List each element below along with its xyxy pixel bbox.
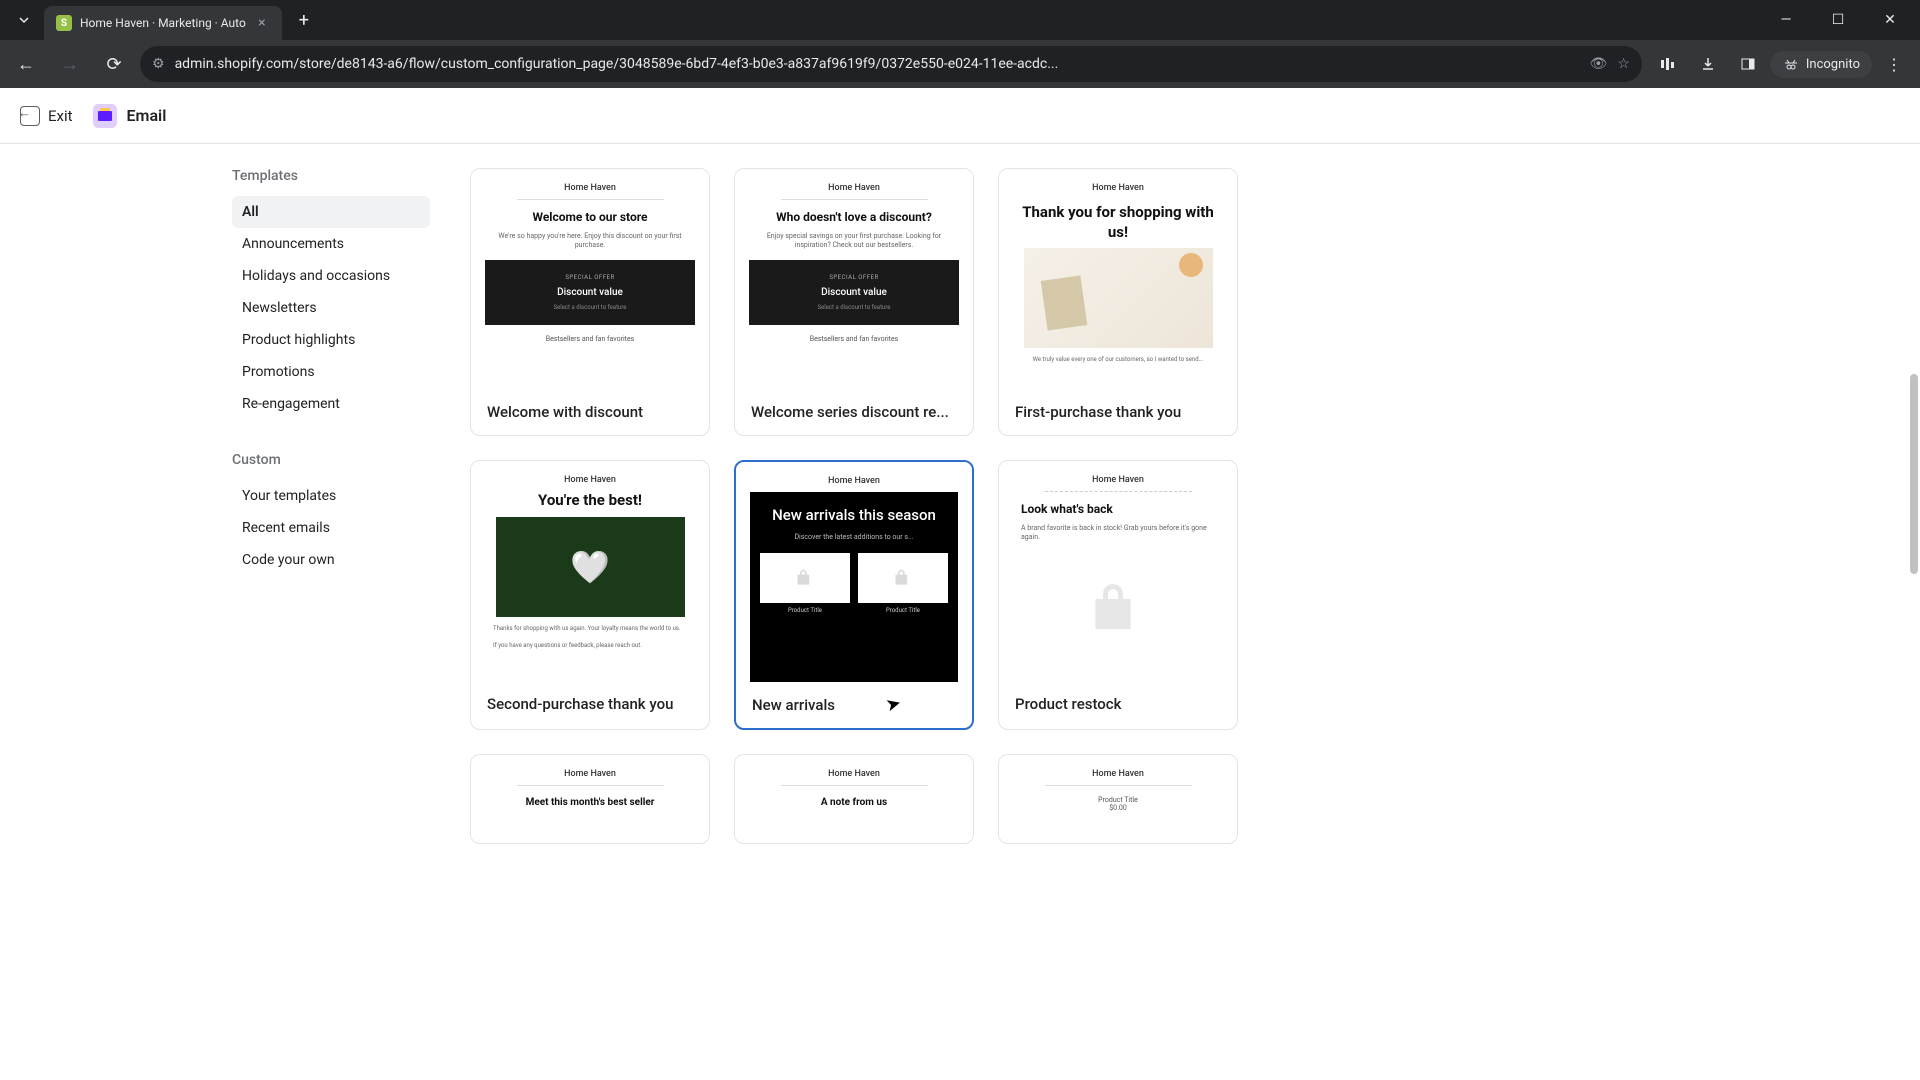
template-title: New arrivals	[736, 682, 972, 728]
template-card-product-restock[interactable]: Home Haven Look what's back A brand favo…	[998, 460, 1238, 730]
template-preview: Home Haven You're the best! Thanks for s…	[471, 461, 709, 681]
window-controls: — ☐ ✕	[1764, 4, 1912, 36]
exit-icon	[20, 106, 40, 126]
menu-icon[interactable]: ⋮	[1876, 46, 1912, 82]
template-title: Welcome with discount	[471, 389, 709, 435]
browser-toolbar: ← → ⟳ ⚙ admin.shopify.com/store/de8143-a…	[0, 40, 1920, 88]
minimize-button[interactable]: —	[1764, 4, 1808, 36]
chevron-down-icon	[17, 13, 31, 27]
template-preview: Home Haven Welcome to our store We're so…	[471, 169, 709, 389]
sidebar-item-product-highlights[interactable]: Product highlights	[232, 324, 430, 356]
downloads-icon[interactable]	[1690, 46, 1726, 82]
bag-placeholder-icon	[1088, 552, 1148, 667]
sidebar: Templates AllAnnouncementsHolidays and o…	[200, 168, 430, 1080]
close-icon[interactable]: ×	[254, 15, 270, 31]
eye-blocked-icon[interactable]: 👁	[1590, 56, 1608, 72]
sidebar-item-code-your-own[interactable]: Code your own	[232, 544, 430, 576]
tab-title: Home Haven · Marketing · Auto	[80, 16, 246, 30]
template-title: Second-purchase thank you	[471, 681, 709, 727]
address-bar[interactable]: ⚙ admin.shopify.com/store/de8143-a6/flow…	[140, 46, 1642, 82]
template-card-welcome-discount[interactable]: Home Haven Welcome to our store We're so…	[470, 168, 710, 436]
maximize-button[interactable]: ☐	[1816, 4, 1860, 36]
sidebar-item-announcements[interactable]: Announcements	[232, 228, 430, 260]
template-card-product-feature[interactable]: Home Haven Product Title $0.00	[998, 754, 1238, 844]
app-header: Exit Email	[0, 88, 1920, 144]
exit-button[interactable]: Exit	[20, 106, 73, 126]
template-title: Welcome series discount re...	[735, 389, 973, 435]
scrollbar-thumb[interactable]	[1910, 374, 1918, 574]
back-button[interactable]: ←	[8, 46, 44, 82]
email-app-icon	[93, 104, 117, 128]
browser-chrome: S Home Haven · Marketing · Auto × + — ☐ …	[0, 0, 1920, 88]
template-preview: Home Haven Who doesn't love a discount? …	[735, 169, 973, 389]
content: Templates AllAnnouncementsHolidays and o…	[0, 144, 1920, 1080]
template-preview: Home Haven A note from us	[735, 755, 973, 843]
custom-heading: Custom	[232, 452, 430, 468]
template-categories: AllAnnouncementsHolidays and occasionsNe…	[232, 196, 430, 420]
bookmark-icon[interactable]: ☆	[1617, 56, 1630, 72]
heart-image	[496, 517, 685, 617]
template-preview: Home Haven Thank you for shopping with u…	[999, 169, 1237, 389]
browser-tab[interactable]: S Home Haven · Marketing · Auto ×	[44, 6, 282, 40]
template-preview: Home Haven New arrivals this season Disc…	[736, 462, 972, 682]
shopify-favicon-icon: S	[56, 15, 72, 31]
template-title: First-purchase thank you	[999, 389, 1237, 435]
thankyou-image	[1024, 248, 1213, 348]
template-card-note-from-us[interactable]: Home Haven A note from us	[734, 754, 974, 844]
site-settings-icon[interactable]: ⚙	[152, 56, 165, 72]
template-preview: Home Haven Look what's back A brand favo…	[999, 461, 1237, 681]
incognito-icon	[1782, 57, 1800, 71]
template-card-welcome-series[interactable]: Home Haven Who doesn't love a discount? …	[734, 168, 974, 436]
sidebar-item-your-templates[interactable]: Your templates	[232, 480, 430, 512]
close-window-button[interactable]: ✕	[1868, 4, 1912, 36]
sidebar-item-recent-emails[interactable]: Recent emails	[232, 512, 430, 544]
product-placeholder-icon	[760, 553, 850, 603]
incognito-badge[interactable]: Incognito	[1770, 51, 1872, 78]
templates-grid: Home Haven Welcome to our store We're so…	[430, 168, 1920, 1080]
template-preview: Home Haven Product Title $0.00	[999, 755, 1237, 843]
new-tab-button[interactable]: +	[290, 6, 318, 34]
template-card-new-arrivals[interactable]: Home Haven New arrivals this season Disc…	[734, 460, 974, 730]
templates-heading: Templates	[232, 168, 430, 184]
app-badge: Email	[93, 104, 167, 128]
template-card-first-purchase[interactable]: Home Haven Thank you for shopping with u…	[998, 168, 1238, 436]
media-control-icon[interactable]	[1650, 46, 1686, 82]
product-placeholder-icon	[858, 553, 948, 603]
sidebar-item-re-engagement[interactable]: Re-engagement	[232, 388, 430, 420]
app-name: Email	[127, 106, 167, 125]
sidebar-item-newsletters[interactable]: Newsletters	[232, 292, 430, 324]
url-text: admin.shopify.com/store/de8143-a6/flow/c…	[175, 56, 1580, 72]
template-card-best-seller[interactable]: Home Haven Meet this month's best seller	[470, 754, 710, 844]
sidebar-item-promotions[interactable]: Promotions	[232, 356, 430, 388]
tab-strip: S Home Haven · Marketing · Auto × + — ☐ …	[0, 0, 1920, 40]
custom-items: Your templatesRecent emailsCode your own	[232, 480, 430, 576]
forward-button[interactable]: →	[52, 46, 88, 82]
reload-button[interactable]: ⟳	[96, 46, 132, 82]
tab-search-button[interactable]	[8, 4, 40, 36]
sidebar-item-all[interactable]: All	[232, 196, 430, 228]
template-title: Product restock	[999, 681, 1237, 727]
sidebar-item-holidays-and-occasions[interactable]: Holidays and occasions	[232, 260, 430, 292]
template-card-second-purchase[interactable]: Home Haven You're the best! Thanks for s…	[470, 460, 710, 730]
side-panel-icon[interactable]	[1730, 46, 1766, 82]
template-preview: Home Haven Meet this month's best seller	[471, 755, 709, 843]
